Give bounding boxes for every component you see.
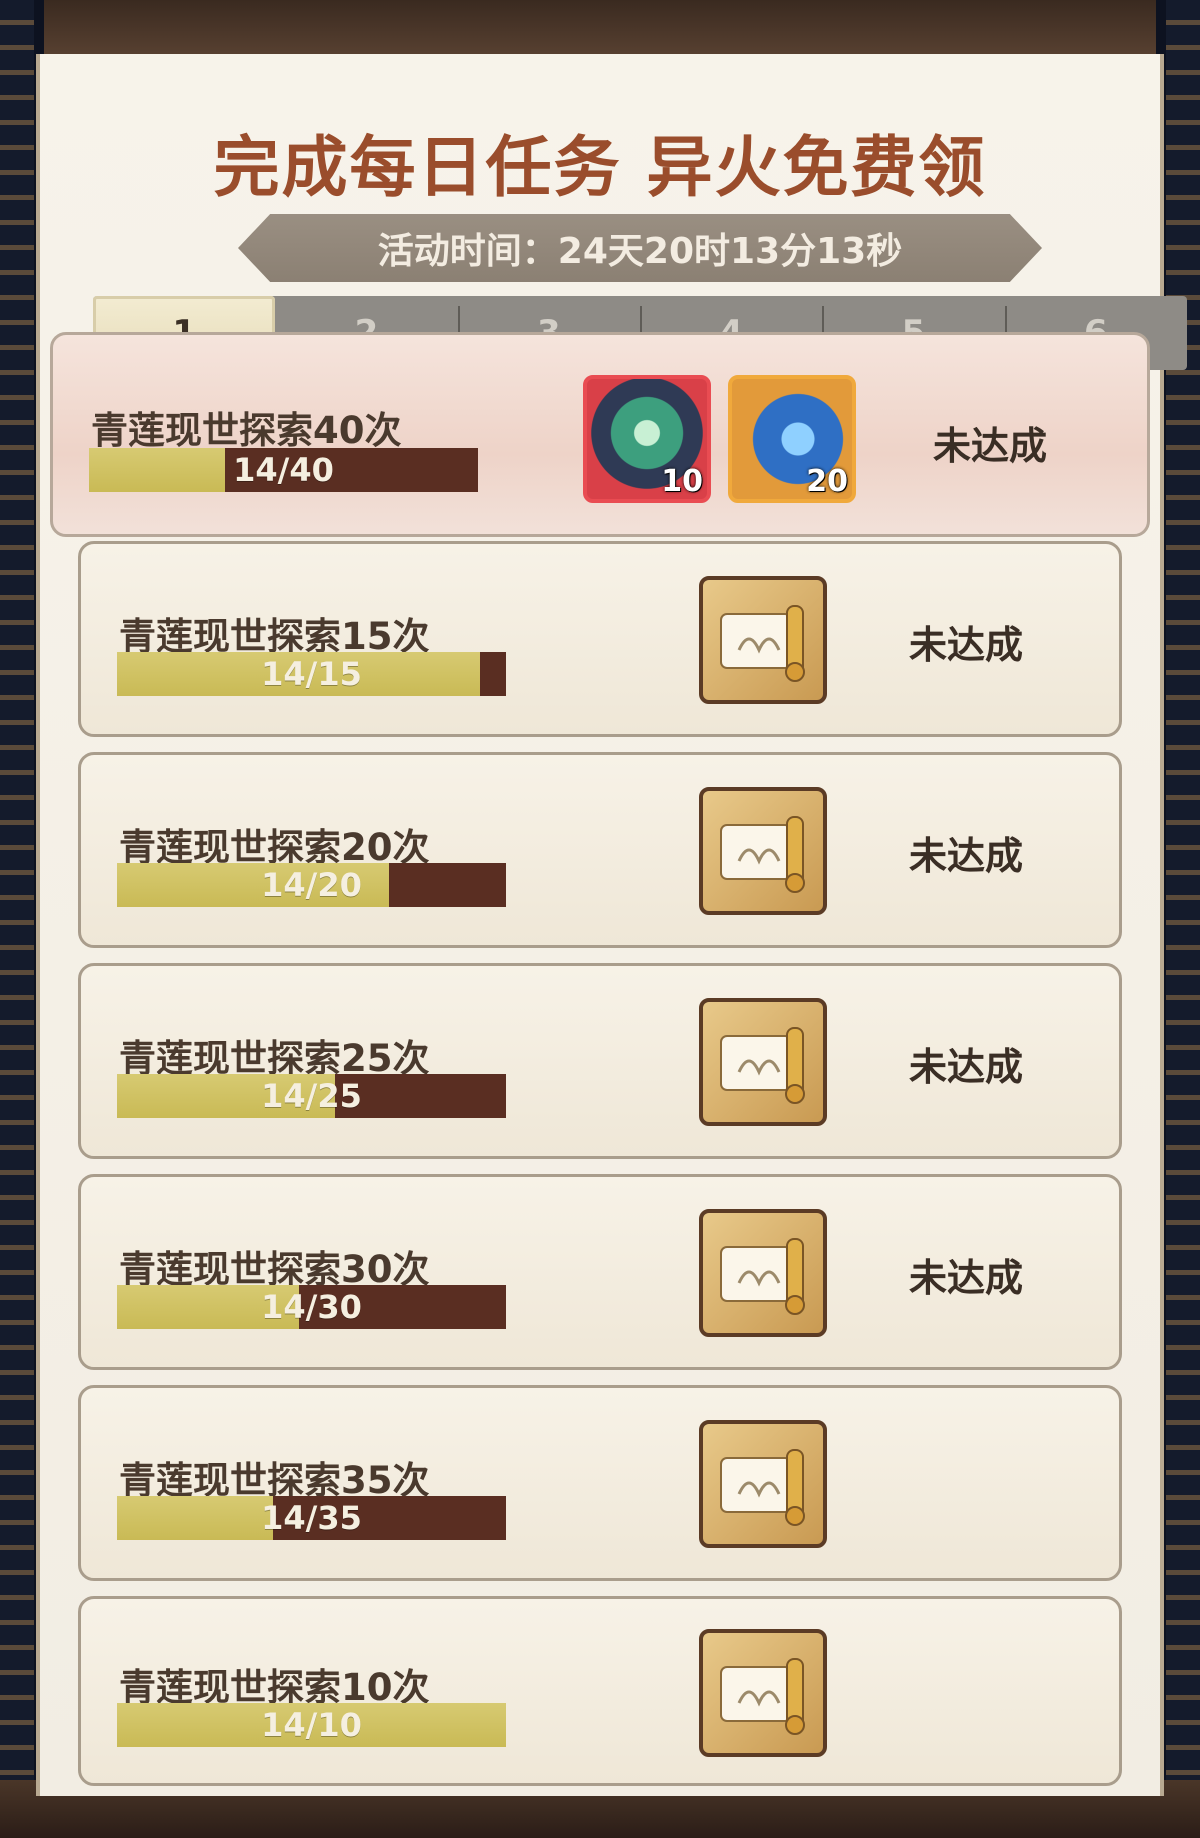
blue-dragon-flame-icon[interactable]: 20 [728, 375, 856, 503]
status-text: 未达成 [909, 623, 1024, 667]
progress-text: 14/35 [261, 1499, 362, 1537]
lotus-scroll-icon[interactable] [699, 1209, 827, 1337]
progress-bar: 14/30 [117, 1285, 506, 1329]
task-row: 青莲现世探索40次 14/40 10 20 未达成 [50, 332, 1150, 537]
task-label: 青莲现世探索40次 [91, 409, 402, 452]
status-text: 未达成 [933, 424, 1048, 468]
task-row: 青莲现世探索20次 14/20 未达成 [78, 752, 1122, 948]
timer-value: 24天20时13分13秒 [557, 231, 903, 272]
reward-count: 10 [661, 464, 703, 499]
lotus-scroll-icon[interactable] [699, 998, 827, 1126]
progress-text: 14/25 [261, 1077, 362, 1115]
progress-bar: 14/35 [117, 1496, 506, 1540]
reward-count: 20 [806, 464, 848, 499]
event-timer: 活动时间： 24天20时13分13秒 [238, 214, 1042, 282]
progress-text: 14/20 [261, 866, 362, 904]
progress-bar: 14/10 [117, 1703, 506, 1747]
status-text: 未达成 [909, 834, 1024, 878]
task-row: 青莲现世探索25次 14/25 未达成 [78, 963, 1122, 1159]
task-row: 青莲现世探索35次 14/35 [78, 1385, 1122, 1581]
progress-text: 14/30 [261, 1288, 362, 1326]
lotus-scroll-icon[interactable] [699, 576, 827, 704]
progress-text: 14/10 [261, 1706, 362, 1744]
task-row: 青莲现世探索15次 14/15 未达成 [78, 541, 1122, 737]
progress-text: 14/15 [261, 655, 362, 693]
task-row: 青莲现世探索30次 14/30 未达成 [78, 1174, 1122, 1370]
left-frame-rail [0, 0, 34, 1838]
lotus-scroll-icon[interactable] [699, 1420, 827, 1548]
timer-label: 活动时间： [377, 231, 558, 272]
progress-bar: 14/25 [117, 1074, 506, 1118]
progress-bar: 14/20 [117, 863, 506, 907]
progress-bar: 14/15 [117, 652, 506, 696]
lotus-scroll-icon[interactable] [699, 787, 827, 915]
top-frame [0, 0, 1200, 60]
right-frame-rail [1166, 0, 1200, 1838]
progress-text: 14/40 [233, 451, 334, 489]
green-flame-icon[interactable]: 10 [583, 375, 711, 503]
page-title: 完成每日任务 异火免费领 [213, 128, 987, 206]
status-text: 未达成 [909, 1045, 1024, 1089]
status-text: 未达成 [909, 1256, 1024, 1300]
task-row: 青莲现世探索10次 14/10 [78, 1596, 1122, 1786]
lotus-scroll-icon[interactable] [699, 1629, 827, 1757]
progress-bar: 14/40 [89, 448, 478, 492]
